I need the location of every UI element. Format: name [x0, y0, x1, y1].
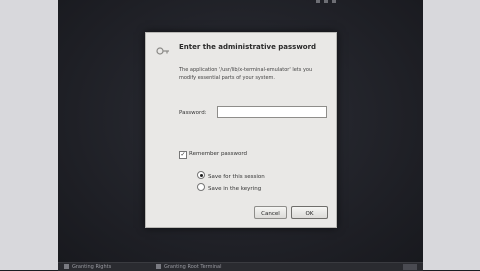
taskbar-item-label: Granting Root Terminal	[164, 264, 222, 270]
remember-password-checkbox[interactable]: ✓ Remember password	[179, 151, 247, 159]
window-icon	[64, 264, 69, 269]
save-session-radio[interactable]: Save for this session	[197, 171, 265, 180]
remember-password-label: Remember password	[189, 151, 248, 157]
dialog-title: Enter the administrative password	[179, 43, 317, 51]
checkbox-check-icon[interactable]: ✓	[179, 151, 187, 159]
radio-unselected-icon[interactable]	[197, 183, 205, 191]
password-input[interactable]	[217, 106, 327, 118]
key-icon	[156, 47, 169, 55]
right-backdrop	[423, 0, 480, 270]
terminal-icon	[156, 264, 161, 269]
save-keyring-label: Save in the keyring	[208, 186, 262, 192]
ok-button[interactable]: OK	[291, 206, 328, 219]
password-dialog: Enter the administrative password The ap…	[145, 32, 337, 228]
left-backdrop	[0, 0, 58, 270]
taskbar-item-label: Granting Rights	[72, 264, 112, 270]
top-panel	[58, 0, 423, 4]
radio-selected-icon[interactable]	[197, 171, 205, 179]
cancel-button[interactable]: Cancel	[254, 206, 287, 219]
save-session-label: Save for this session	[208, 174, 265, 180]
password-label: Password:	[179, 110, 207, 116]
dialog-description: The application '/usr/lib/x-terminal-emu…	[179, 67, 313, 81]
save-keyring-radio[interactable]: Save in the keyring	[197, 183, 262, 192]
tray-icon[interactable]	[403, 264, 417, 270]
